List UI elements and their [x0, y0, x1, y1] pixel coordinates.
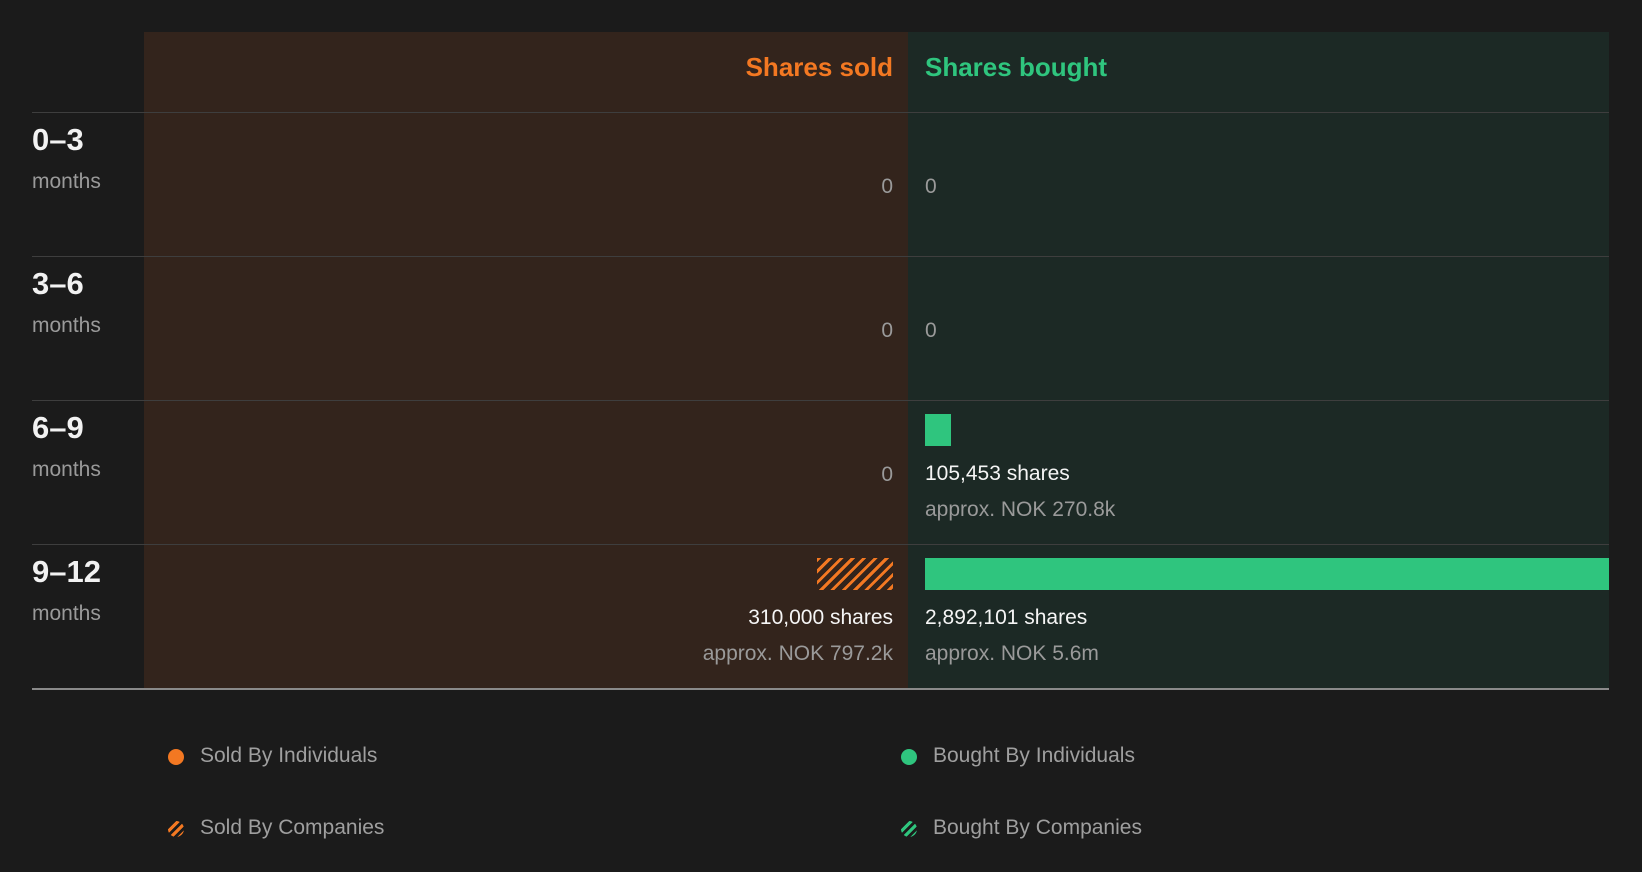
- bought-shares-value: 2,892,101 shares: [925, 606, 1088, 629]
- chart-row: 9–12 months 310,000 shares approx. NOK 797.…: [0, 544, 1642, 688]
- period-unit-label: months: [32, 314, 101, 337]
- legend-label: Bought By Individuals: [933, 744, 1135, 767]
- chart-row: 6–9 months 0 105,453 shares approx. NOK 270.…: [0, 400, 1642, 544]
- bought-approx-value: approx. NOK 270.8k: [925, 498, 1116, 521]
- chart-row: 3–6 months 0 0: [0, 256, 1642, 400]
- row-divider: [32, 400, 1609, 401]
- green-dot-icon: [901, 749, 917, 765]
- period-unit-label: months: [32, 458, 101, 481]
- bought-by-individuals-bar: [925, 558, 1609, 590]
- period-range-label: 6–9: [32, 410, 84, 445]
- legend-label: Sold By Companies: [200, 816, 385, 839]
- bought-by-individuals-bar: [925, 414, 951, 446]
- sold-approx-value: approx. NOK 797.2k: [702, 642, 893, 665]
- bought-zero-value: 0: [925, 175, 937, 198]
- row-divider: [32, 544, 1609, 545]
- period-unit-label: months: [32, 602, 101, 625]
- orange-dot-icon: [168, 749, 184, 765]
- bought-shares-value: 105,453 shares: [925, 462, 1070, 485]
- sold-shares-value: 310,000 shares: [748, 606, 893, 629]
- sold-zero-value: 0: [881, 175, 893, 198]
- legend-label: Sold By Individuals: [200, 744, 378, 767]
- sold-zero-value: 0: [881, 463, 893, 486]
- shares-bought-header: Shares bought: [925, 52, 1108, 82]
- row-divider: [32, 688, 1609, 690]
- period-range-label: 9–12: [32, 554, 101, 589]
- bought-approx-value: approx. NOK 5.6m: [925, 642, 1099, 665]
- row-divider: [32, 256, 1609, 257]
- row-divider: [32, 112, 1609, 113]
- period-unit-label: months: [32, 170, 101, 193]
- bought-zero-value: 0: [925, 319, 937, 342]
- orange-hatched-dot-icon: [168, 821, 184, 837]
- period-range-label: 0–3: [32, 122, 84, 157]
- shares-sold-header: Shares sold: [745, 52, 893, 82]
- sold-by-companies-bar: [817, 558, 893, 590]
- sold-zero-value: 0: [881, 319, 893, 342]
- period-range-label: 3–6: [32, 266, 84, 301]
- green-hatched-dot-icon: [901, 821, 917, 837]
- chart-row: 0–3 months 0 0: [0, 112, 1642, 256]
- legend-label: Bought By Companies: [933, 816, 1142, 839]
